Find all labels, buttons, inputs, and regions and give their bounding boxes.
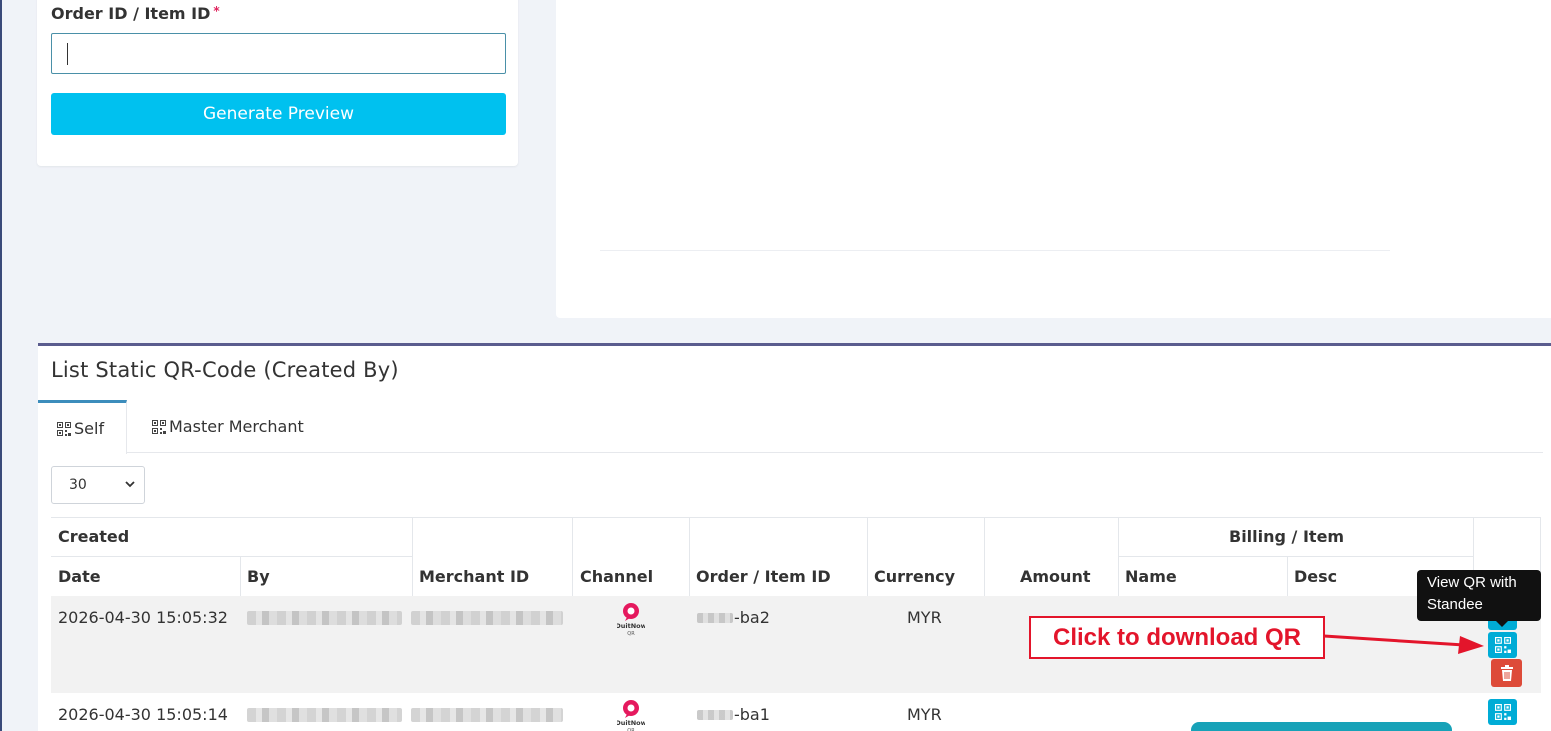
- annotation-callout: Click to download QR: [1029, 616, 1325, 659]
- col-divider: [867, 517, 868, 596]
- order-id-label: Order ID / Item ID *: [51, 4, 220, 23]
- qrcode-icon: [57, 421, 71, 436]
- generate-preview-button[interactable]: Generate Preview: [51, 93, 506, 135]
- redacted-order-prefix: [697, 613, 733, 623]
- header-amount[interactable]: Amount: [1020, 567, 1090, 586]
- annotation-arrow-icon: [1324, 634, 1484, 654]
- redacted-by: [247, 611, 402, 625]
- floating-action-tab[interactable]: [1191, 722, 1452, 731]
- list-title: List Static QR-Code (Created By): [51, 358, 399, 382]
- header-order-item-id[interactable]: Order / Item ID: [696, 567, 831, 586]
- header-top-line: [51, 517, 1541, 518]
- redacted-merchant-id: [411, 611, 563, 625]
- qrcode-icon: [152, 419, 166, 434]
- order-form-card: Order ID / Item ID * Generate Preview: [37, 0, 518, 166]
- header-date[interactable]: Date: [58, 567, 101, 586]
- redacted-merchant-id: [411, 708, 563, 722]
- billing-group-line: [1118, 556, 1473, 557]
- col-divider: [984, 517, 985, 596]
- redacted-by: [247, 708, 402, 722]
- download-qr-button[interactable]: [1488, 699, 1517, 725]
- download-qr-button[interactable]: [1488, 632, 1517, 658]
- view-qr-tooltip: View QR with Standee: [1417, 570, 1541, 621]
- order-id-input[interactable]: [51, 33, 506, 74]
- header-currency[interactable]: Currency: [874, 567, 955, 586]
- row-currency: MYR: [907, 705, 942, 724]
- row-order-id: -ba1: [734, 705, 770, 724]
- tab-self[interactable]: Self: [38, 400, 127, 454]
- trash-icon: [1500, 665, 1513, 681]
- col-divider: [412, 517, 413, 596]
- preview-divider: [600, 250, 1390, 251]
- qrcode-icon: [1494, 704, 1511, 720]
- required-mark: *: [213, 4, 220, 18]
- col-divider: [1287, 557, 1288, 596]
- qr-list-card: List Static QR-Code (Created By) Self Ma…: [38, 343, 1551, 731]
- header-name[interactable]: Name: [1125, 567, 1177, 586]
- row-date: 2026-04-30 15:05:32: [58, 608, 228, 627]
- qrcode-icon: [1494, 637, 1511, 653]
- preview-panel: [556, 0, 1551, 318]
- col-divider: [689, 517, 690, 596]
- col-divider: [572, 517, 573, 596]
- tab-master-merchant[interactable]: Master Merchant: [152, 400, 304, 453]
- tab-master-merchant-label: Master Merchant: [169, 417, 304, 436]
- header-merchant-id[interactable]: Merchant ID: [419, 567, 529, 586]
- duitnow-qr-icon: DuitNow QR: [617, 700, 645, 731]
- row-order-id: -ba2: [734, 608, 770, 627]
- header-desc[interactable]: Desc: [1294, 567, 1337, 586]
- page-size-select[interactable]: 30: [51, 466, 145, 504]
- page-left-border: [0, 0, 2, 731]
- duitnow-qr-icon: DuitNow QR: [617, 603, 645, 636]
- header-created: Created: [58, 527, 130, 546]
- col-divider: [240, 557, 241, 596]
- delete-button[interactable]: [1491, 659, 1522, 687]
- list-tabs: Self Master Merchant: [38, 400, 1543, 454]
- svg-text:DuitNow: DuitNow: [617, 719, 645, 727]
- svg-text:DuitNow: DuitNow: [617, 622, 645, 630]
- created-group-line: [51, 556, 412, 557]
- text-caret: [67, 43, 68, 65]
- header-by[interactable]: By: [247, 567, 270, 586]
- header-billing-item: Billing / Item: [1229, 527, 1345, 546]
- tooltip-arrow: [1495, 620, 1509, 627]
- row-currency: MYR: [907, 608, 942, 627]
- svg-text:QR: QR: [627, 631, 635, 636]
- tab-self-label: Self: [74, 419, 105, 438]
- header-channel[interactable]: Channel: [580, 567, 653, 586]
- chevron-down-icon: [125, 481, 135, 488]
- row-date: 2026-04-30 15:05:14: [58, 705, 228, 724]
- col-divider: [1118, 517, 1119, 596]
- redacted-order-prefix: [697, 710, 733, 720]
